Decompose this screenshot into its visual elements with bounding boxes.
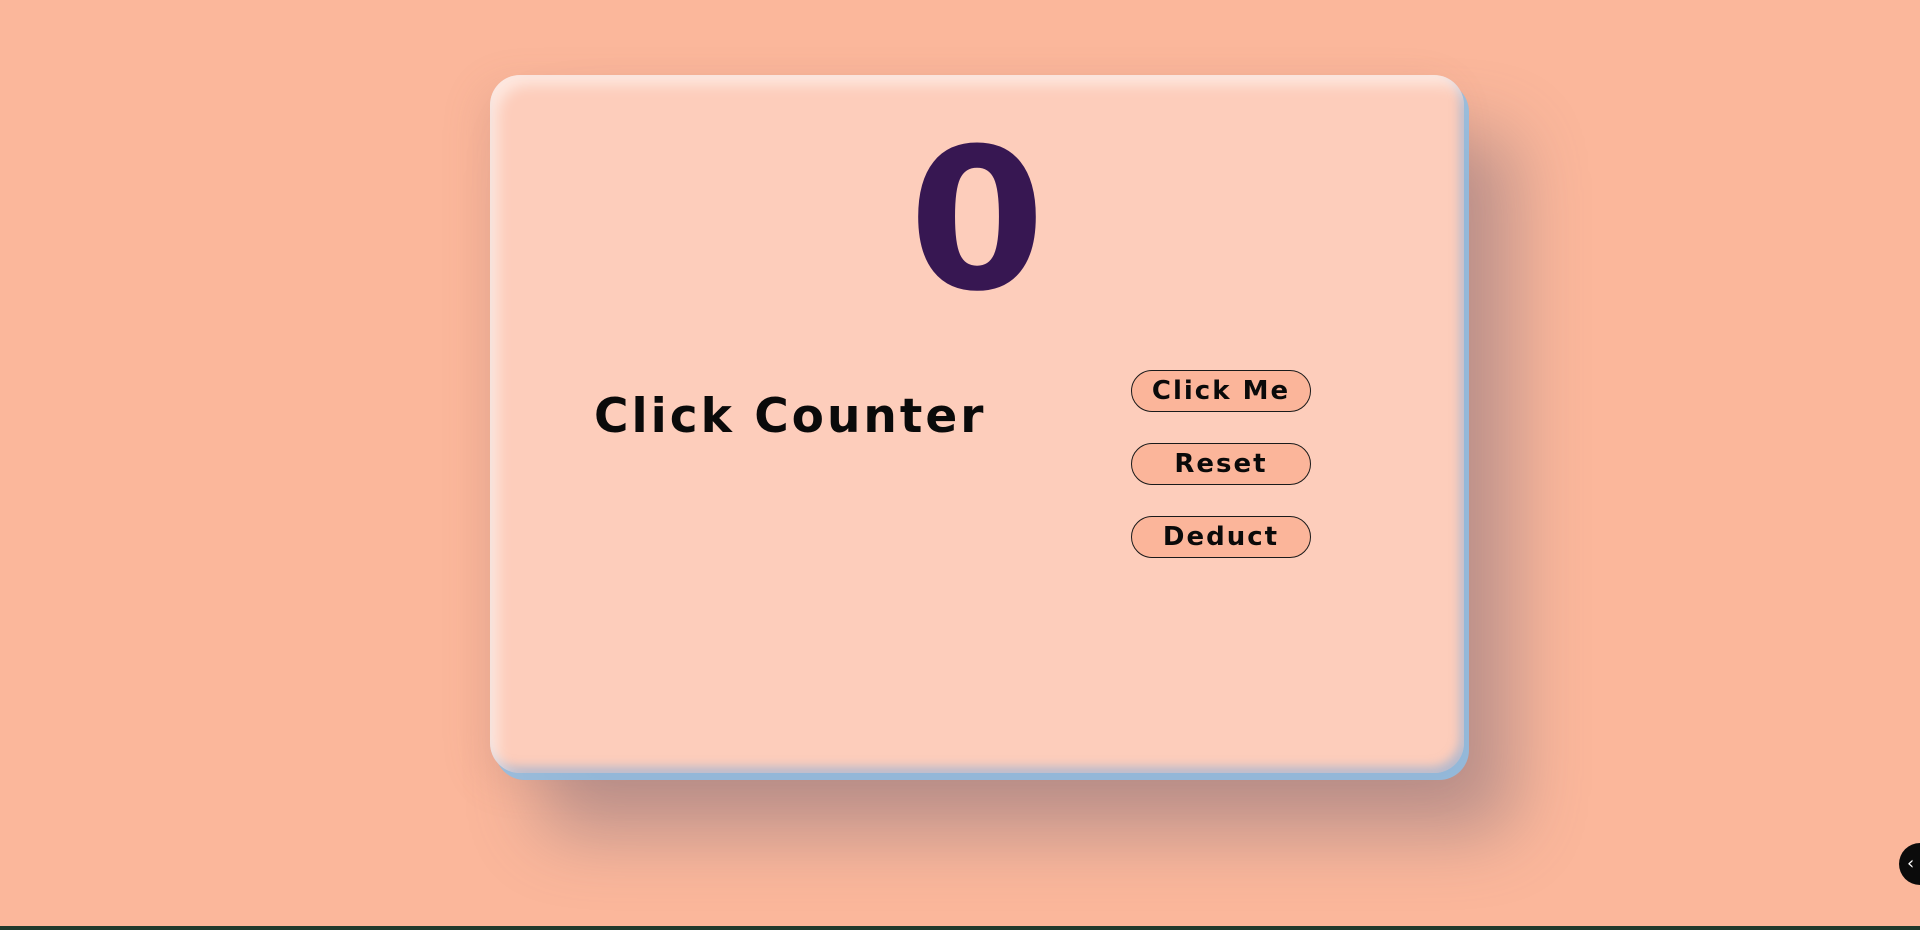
reset-button[interactable]: Reset — [1131, 443, 1311, 485]
bottom-edge-strip — [0, 926, 1920, 930]
deduct-button[interactable]: Deduct — [1131, 516, 1311, 558]
floating-toggle-button[interactable]: ‹ — [1899, 843, 1920, 885]
counter-value: 0 — [908, 107, 1046, 335]
chevron-left-icon: ‹ — [1907, 853, 1915, 874]
click-me-button[interactable]: Click Me — [1131, 370, 1311, 412]
page-title: Click Counter — [594, 389, 987, 444]
counter-card: 0 Click Counter Click Me Reset Deduct — [490, 75, 1464, 773]
